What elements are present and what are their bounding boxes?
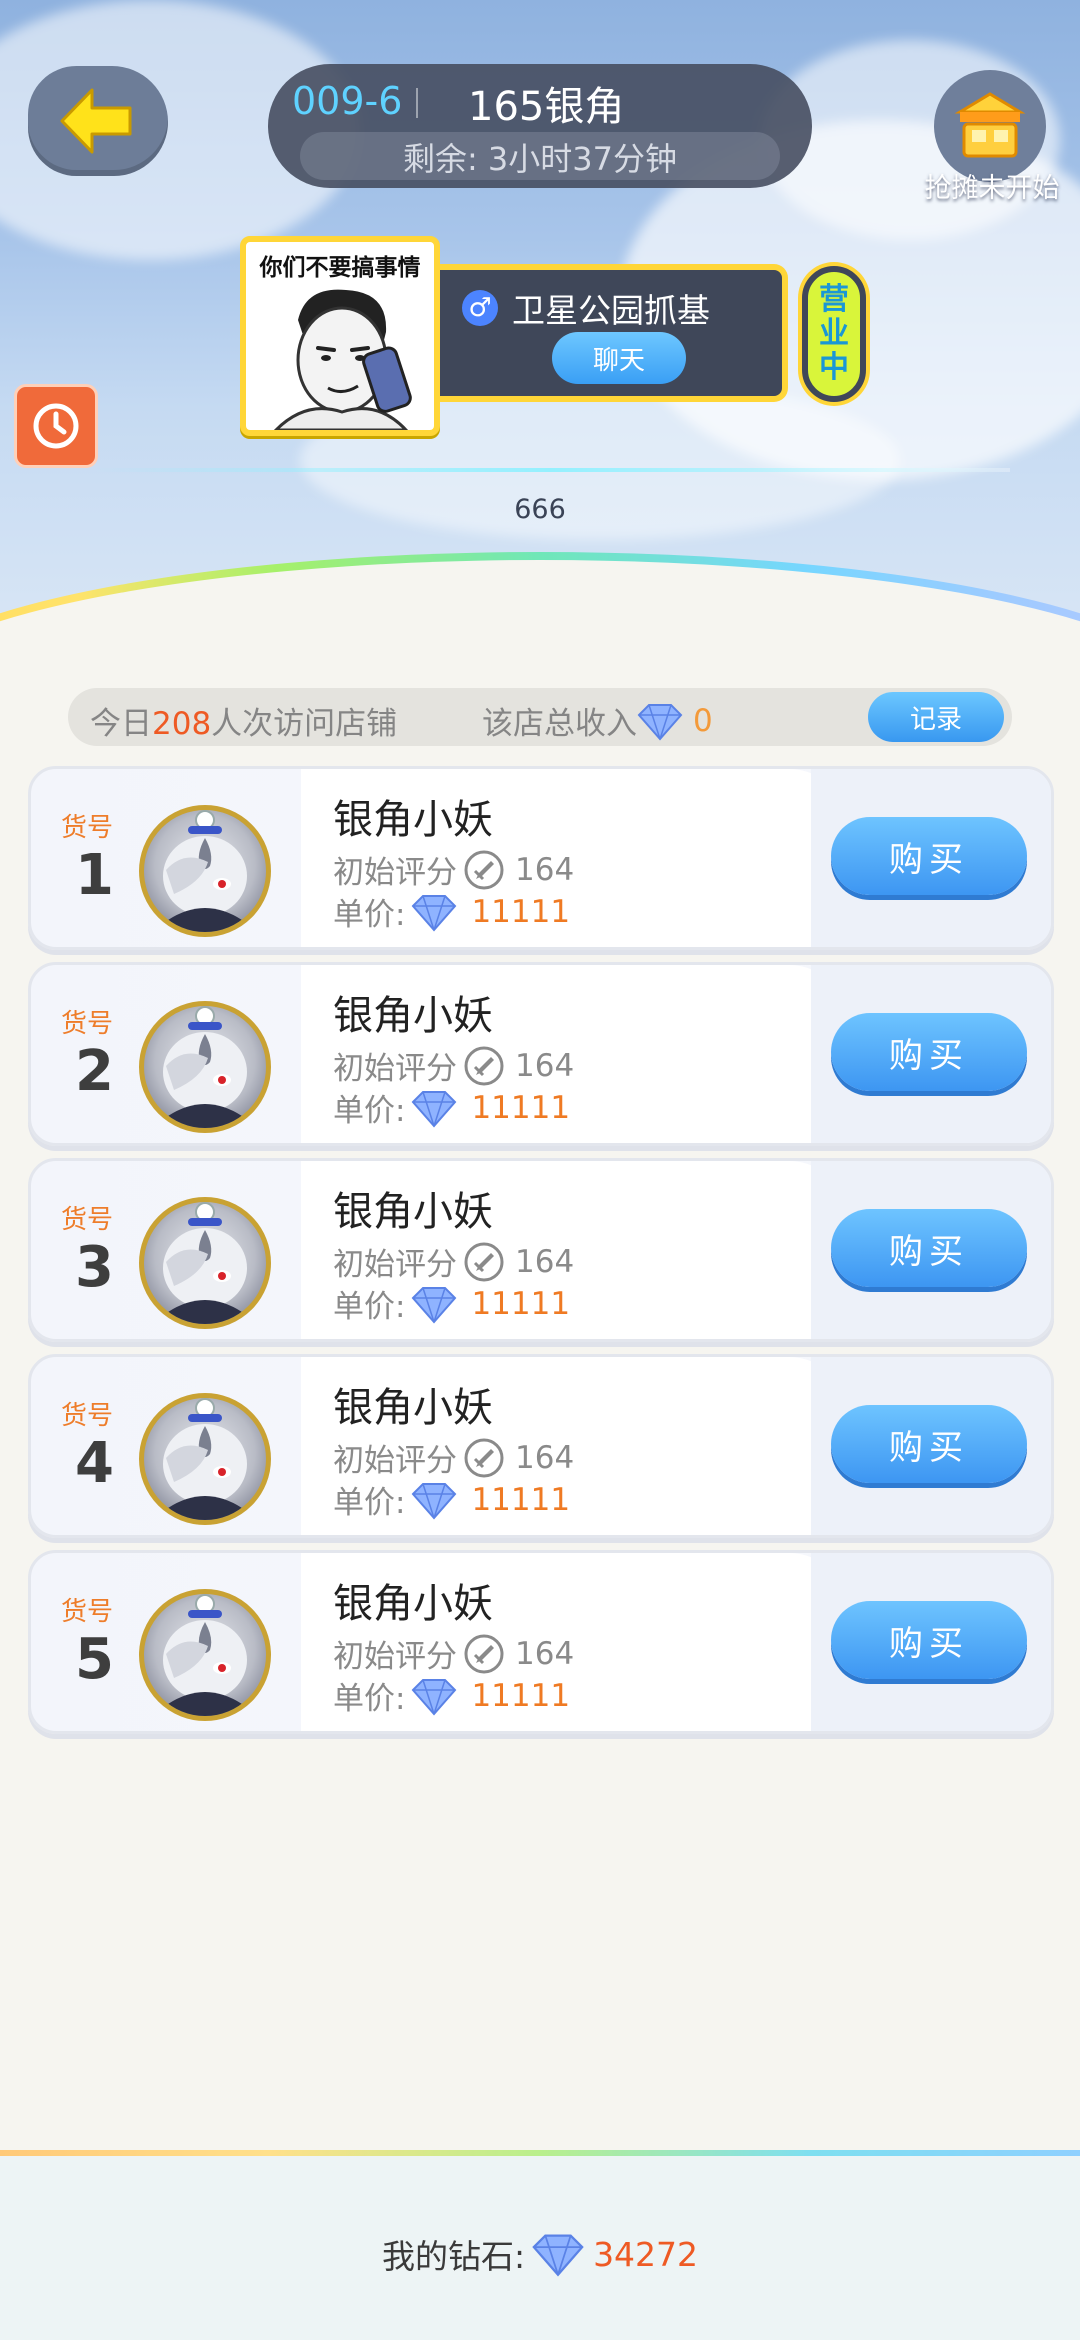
pet-name: 银角小妖 xyxy=(333,797,493,843)
sword-icon xyxy=(464,1046,504,1085)
back-arrow-icon xyxy=(60,88,132,154)
owner-name: 卫星公园抓基 xyxy=(512,291,710,330)
open-status-badge: 营 业 中 xyxy=(802,266,866,402)
lot-label: 货号 xyxy=(61,813,114,843)
pet-name: 银角小妖 xyxy=(333,1581,493,1627)
pet-score: 初始评分 164 xyxy=(333,1239,574,1284)
lot-label: 货号 xyxy=(61,1401,114,1431)
list-item: 货号 2 银角小妖 初始评分 164 单价: 11111 购买 xyxy=(28,962,1054,1146)
timer-button[interactable] xyxy=(14,384,98,468)
pet-price: 单价: 11111 xyxy=(333,1285,571,1326)
diamond-icon xyxy=(412,1678,457,1716)
pet-portrait-image xyxy=(163,1202,247,1324)
sword-icon xyxy=(464,850,504,889)
buy-button[interactable]: 购买 xyxy=(831,817,1027,895)
remaining-time: 剩余: 3小时37分钟 xyxy=(402,140,678,178)
lot-label: 货号 xyxy=(61,1009,114,1039)
pet-price: 单价: 11111 xyxy=(333,1089,571,1130)
pet-name: 银角小妖 xyxy=(333,1385,493,1431)
pet-avatar[interactable] xyxy=(139,1589,271,1721)
income-info: 该店总收入 0 xyxy=(482,702,713,743)
lot-number: 4 xyxy=(75,1431,114,1496)
lot-number: 3 xyxy=(75,1235,114,1300)
sword-icon xyxy=(464,1242,504,1281)
visits-count: 208 xyxy=(152,706,212,742)
pet-price: 单价: 11111 xyxy=(333,1481,571,1522)
lot-number: 2 xyxy=(75,1039,114,1104)
clock-icon xyxy=(33,403,79,449)
male-icon: ♂ xyxy=(462,290,498,326)
lot-label: 货号 xyxy=(61,1597,114,1627)
list-item: 货号 4 银角小妖 初始评分 164 单价: 11111 购买 xyxy=(28,1354,1054,1538)
divider xyxy=(416,88,418,118)
chat-button[interactable]: 聊天 xyxy=(552,332,686,384)
pet-avatar[interactable] xyxy=(139,1393,271,1525)
sword-icon xyxy=(464,1634,504,1673)
list-item: 货号 3 银角小妖 初始评分 164 单价: 11111 购买 xyxy=(28,1158,1054,1342)
lot-number: 1 xyxy=(75,843,114,908)
visits-info: 今日208人次访问店铺 xyxy=(90,706,398,742)
income-value: 0 xyxy=(693,702,713,739)
pet-price: 单价: 11111 xyxy=(333,893,571,934)
pet-price: 单价: 11111 xyxy=(333,1677,571,1718)
buy-button[interactable]: 购买 xyxy=(831,1405,1027,1483)
stall-code: 009-6 xyxy=(292,79,403,123)
pet-portrait-image xyxy=(163,810,247,932)
pet-avatar[interactable] xyxy=(139,1001,271,1133)
pet-name: 银角小妖 xyxy=(333,1189,493,1235)
pet-score: 初始评分 164 xyxy=(333,1043,574,1088)
diamond-icon xyxy=(412,1286,457,1324)
footer: 我的钻石: 34272 xyxy=(0,2150,1080,2340)
meme-face-image xyxy=(273,289,412,430)
decor-line xyxy=(90,468,1010,472)
stall-title-pill: 009-6 165银角 剩余: 3小时37分钟 xyxy=(268,64,812,188)
pet-avatar[interactable] xyxy=(139,805,271,937)
diamond-icon xyxy=(412,1090,457,1128)
sword-icon xyxy=(464,1438,504,1477)
diamond-icon xyxy=(412,894,457,932)
stall-status-label: 抢摊未开始 xyxy=(924,173,1060,204)
pet-score: 初始评分 164 xyxy=(333,847,574,892)
stats-bar: 今日208人次访问店铺 该店总收入 0 记录 xyxy=(68,688,1012,746)
diamond-icon xyxy=(532,2234,584,2277)
record-button[interactable]: 记录 xyxy=(868,692,1004,742)
list-item: 货号 5 银角小妖 初始评分 164 单价: 11111 购买 xyxy=(28,1550,1054,1734)
owner-card: ♂ 卫星公园抓基 聊天 xyxy=(440,264,788,402)
buy-button[interactable]: 购买 xyxy=(831,1209,1027,1287)
lot-number: 5 xyxy=(75,1627,114,1692)
pet-portrait-image xyxy=(163,1594,247,1716)
stall-name: 165银角 xyxy=(468,84,625,130)
my-diamonds-value: 34272 xyxy=(593,2234,699,2274)
buy-button[interactable]: 购买 xyxy=(831,1601,1027,1679)
owner-avatar[interactable]: 你们不要搞事情 xyxy=(240,236,440,436)
diamond-icon xyxy=(412,1482,457,1520)
pet-score: 初始评分 164 xyxy=(333,1435,574,1480)
buy-button[interactable]: 购买 xyxy=(831,1013,1027,1091)
lot-label: 货号 xyxy=(61,1205,114,1235)
avatar-caption: 你们不要搞事情 xyxy=(259,255,421,281)
diamond-icon xyxy=(637,703,683,741)
pet-avatar[interactable] xyxy=(139,1197,271,1329)
stall-icon xyxy=(954,92,1026,158)
back-button[interactable] xyxy=(28,66,168,176)
pet-name: 银角小妖 xyxy=(333,993,493,1039)
shop-sign-text: 666 xyxy=(514,494,566,525)
pet-portrait-image xyxy=(163,1006,247,1128)
list-item: 货号 1 银角小妖 初始评分 164 单价: 11111 购买 xyxy=(28,766,1054,950)
pet-portrait-image xyxy=(163,1398,247,1520)
my-diamonds: 我的钻石: 34272 xyxy=(0,2230,1080,2278)
pet-score: 初始评分 164 xyxy=(333,1631,574,1676)
